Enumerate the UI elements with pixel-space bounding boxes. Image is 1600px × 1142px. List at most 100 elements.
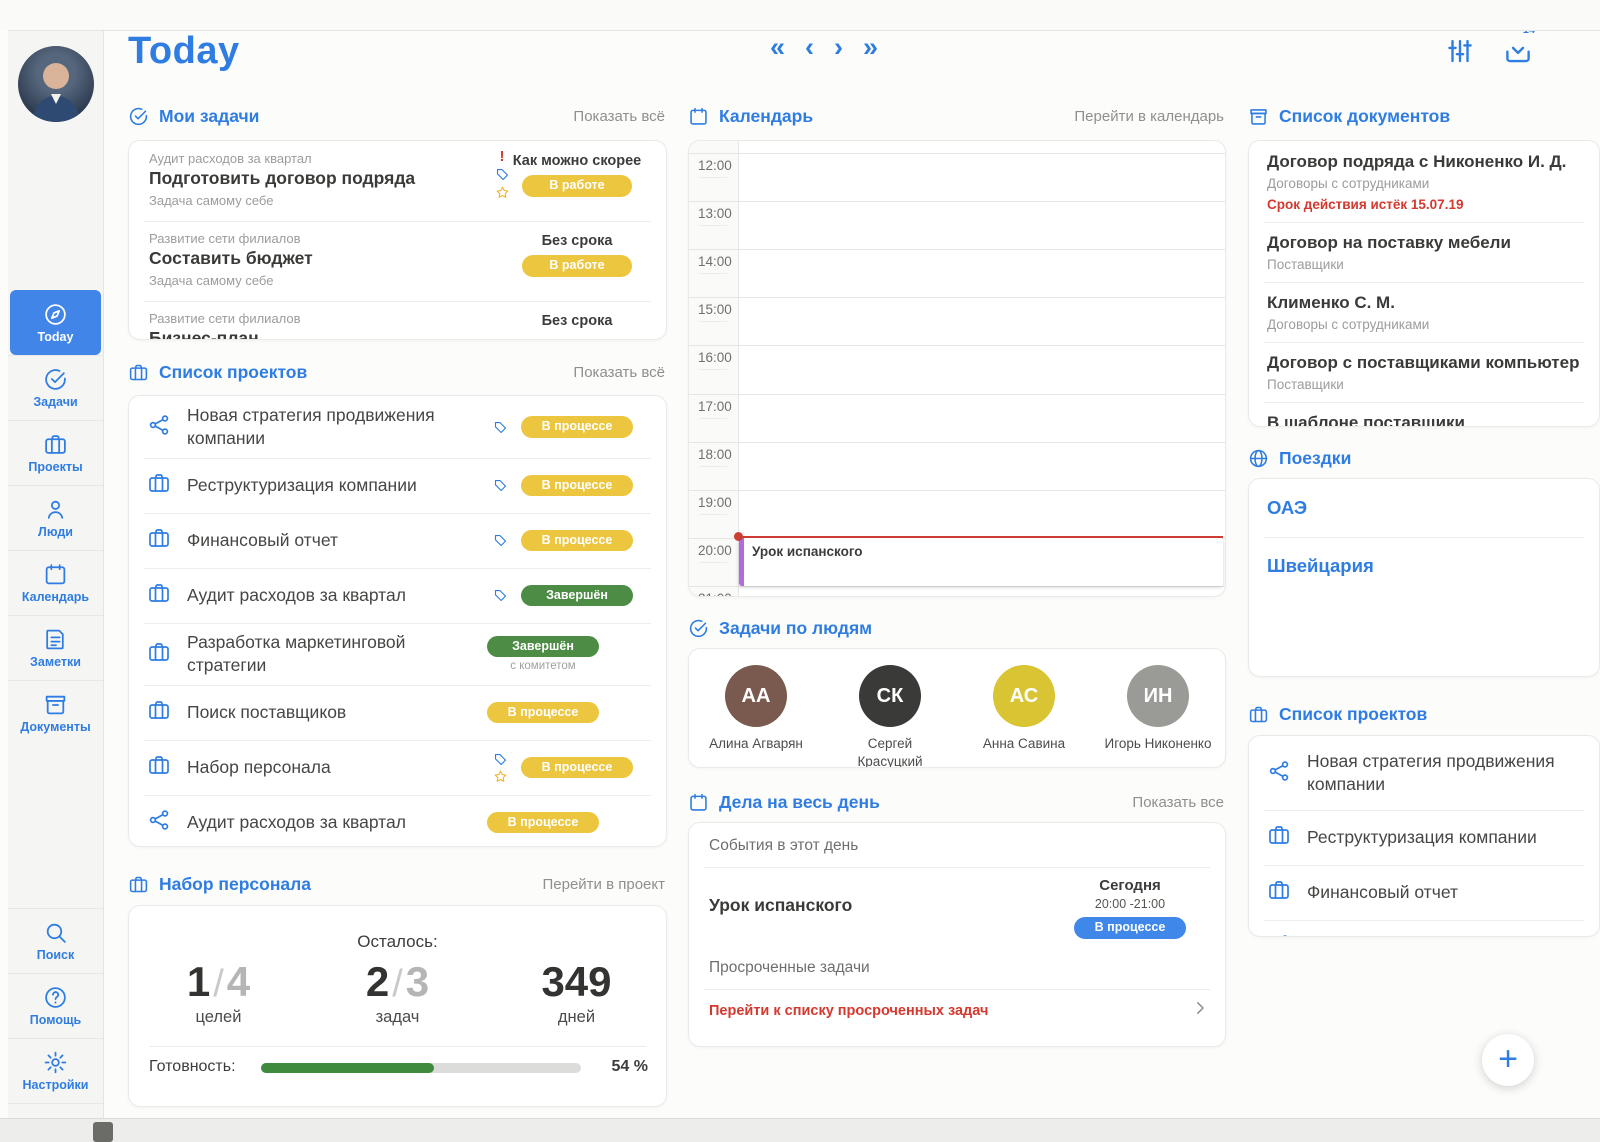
section-title: Список проектов [159, 362, 307, 383]
calendar-half-hour-tick [699, 177, 727, 178]
calendar-grid[interactable]: 12:0013:0014:0015:0016:0017:0018:0019:00… [689, 141, 1225, 596]
calendar-icon [688, 792, 709, 813]
person-item[interactable]: ИН Игорь Никоненко [1091, 665, 1225, 753]
first-page-arrow[interactable]: « [770, 34, 785, 61]
calendar-hour-line [689, 394, 1225, 395]
sidebar-item-today[interactable]: Today [10, 290, 101, 355]
sidebar-item-label: Люди [38, 525, 73, 539]
project-row[interactable]: Разработка маркетинговой стратегии Завер… [129, 623, 666, 685]
person-item[interactable]: АА Алина Агварян [689, 665, 823, 753]
project-row[interactable]: Реструктуризация компании [1249, 810, 1599, 865]
project-row[interactable]: Поиск поставщиков В процессе [129, 685, 666, 740]
last-page-arrow[interactable]: » [863, 34, 878, 61]
window-bottom-strip [0, 1118, 1600, 1142]
go-to-calendar-link[interactable]: Перейти в календарь [1074, 108, 1224, 125]
sidebar-item-projects[interactable]: Проекты [8, 420, 103, 485]
filter-button[interactable] [1445, 36, 1475, 71]
calendar-event[interactable]: Урок испанского [739, 538, 1223, 586]
calendar-card: 12:0013:0014:0015:0016:0017:0018:0019:00… [688, 140, 1226, 597]
trip-row[interactable]: ОАЭ [1249, 479, 1599, 537]
sidebar-item-people[interactable]: Люди [8, 485, 103, 550]
document-row[interactable]: Договор подряда с Никоненко И. Д. Догово… [1249, 141, 1599, 222]
project-row[interactable]: Аудит расходов за квартал В процессе [129, 795, 666, 847]
project-row[interactable]: Финансовый отчет [1249, 865, 1599, 920]
sidebar-bottom-nav: Поиск Помощь Настройки [8, 908, 103, 1104]
sidebar-item-tasks[interactable]: Задачи [8, 355, 103, 420]
person-item[interactable]: СК Сергей Красуцкий [823, 665, 957, 768]
project-row[interactable]: Финансовый отчет В процессе [129, 513, 666, 568]
user-avatar[interactable] [18, 46, 94, 122]
sidebar-item-settings[interactable]: Настройки [8, 1038, 103, 1104]
stat-value: 2 [366, 958, 389, 1005]
project-title: Аудит расходов за квартал [187, 584, 487, 607]
show-all-tasks-link[interactable]: Показать всё [573, 108, 665, 125]
event-time: 20:00 -21:00 [1065, 897, 1195, 911]
person-icon [43, 497, 68, 522]
section-title: Дела на весь день [719, 792, 880, 813]
show-all-allday-link[interactable]: Показать все [1132, 794, 1224, 811]
next-page-arrow[interactable]: › [834, 34, 843, 61]
avatar: АА [725, 665, 787, 727]
project-row[interactable]: Новая стратегия продвижения компании [1249, 736, 1599, 810]
sliders-icon [1445, 36, 1475, 66]
project-row[interactable] [1249, 920, 1599, 937]
person-name: Сергей Красуцкий [835, 735, 945, 768]
prev-page-arrow[interactable]: ‹ [805, 34, 814, 61]
allday-event-title[interactable]: Урок испанского [709, 895, 852, 916]
sidebar-item-search[interactable]: Поиск [8, 908, 103, 973]
calendar-hour-line [689, 490, 1225, 491]
sidebar-item-documents[interactable]: Документы [8, 680, 103, 745]
share-icon [147, 808, 171, 832]
show-all-projects-link[interactable]: Показать всё [573, 364, 665, 381]
status-badge: В работе [522, 255, 632, 277]
go-to-project-link[interactable]: Перейти в проект [543, 876, 666, 893]
project-title: Финансовый отчет [187, 529, 487, 552]
calendar-hour-label: 20:00 [698, 543, 732, 558]
projects-section-header: Список проектов Показать всё [128, 360, 665, 384]
sidebar-nav: Today Задачи Проекты Люди Календарь Заме… [8, 290, 103, 745]
person-item[interactable]: АС Анна Савина [957, 665, 1091, 753]
stat-total: 3 [406, 958, 429, 1005]
sidebar-item-label: Календарь [22, 590, 89, 604]
chevron-right-icon[interactable] [1191, 999, 1209, 1022]
overdue-tasks-link[interactable]: Перейти к списку просроченных задач [709, 1003, 988, 1019]
document-row[interactable]: Договор на поставку мебели Поставщики [1249, 222, 1599, 282]
document-row[interactable]: В шаблоне поставщики [1249, 402, 1599, 427]
check-circle-icon [688, 618, 709, 639]
trip-title: Швейцария [1267, 555, 1374, 577]
calendar-hour-label: 15:00 [698, 302, 732, 317]
archive-icon [1248, 106, 1269, 127]
projects-card: Новая стратегия продвижения компании В п… [128, 395, 667, 847]
trip-row[interactable]: Швейцария [1249, 537, 1599, 595]
sidebar-item-calendar[interactable]: Календарь [8, 550, 103, 615]
briefcase-icon [1267, 823, 1291, 847]
inbox-button[interactable]: 14 [1503, 36, 1533, 71]
briefcase-icon [147, 471, 171, 495]
documents-section-header: Список документов [1248, 104, 1598, 128]
task-row[interactable]: Развитие сети филиалов Составить бюджет … [129, 221, 666, 301]
stat-goals: 1/4 целей [129, 958, 308, 1027]
project-row[interactable]: Реструктуризация компании В процессе [129, 458, 666, 513]
task-row[interactable]: Развитие сети филиалов Бизнес-план Без с… [129, 301, 666, 340]
recruitment-section-header: Набор персонала Перейти в проект [128, 872, 665, 896]
document-alert: Срок действия истёк 15.07.19 [1267, 195, 1581, 214]
briefcase-icon [1248, 704, 1269, 725]
projects-mini-section-header: Список проектов [1248, 702, 1598, 726]
sidebar-item-notes[interactable]: Заметки [8, 615, 103, 680]
project-row[interactable]: Аудит расходов за квартал Завершён [129, 568, 666, 623]
project-title: Разработка маркетинговой стратегии [187, 631, 487, 677]
task-row[interactable]: Аудит расходов за квартал Подготовить до… [129, 141, 666, 221]
section-title: Мои задачи [159, 106, 259, 127]
document-category: Поставщики [1267, 375, 1581, 394]
project-row[interactable]: Новая стратегия продвижения компании В п… [129, 396, 666, 458]
window-notch [93, 1122, 113, 1142]
document-row[interactable]: Клименко С. М. Договоры с сотрудниками [1249, 282, 1599, 342]
stat-value: 349 [541, 958, 611, 1005]
remaining-label: Осталось: [129, 932, 666, 952]
project-row[interactable]: Набор персонала В процессе [129, 740, 666, 795]
share-icon [1267, 933, 1291, 937]
sidebar-item-help[interactable]: Помощь [8, 973, 103, 1038]
document-row[interactable]: Договор с поставщиками компьютер Поставщ… [1249, 342, 1599, 402]
readiness-label: Готовность: [149, 1058, 236, 1076]
add-button[interactable]: + [1482, 1034, 1534, 1086]
